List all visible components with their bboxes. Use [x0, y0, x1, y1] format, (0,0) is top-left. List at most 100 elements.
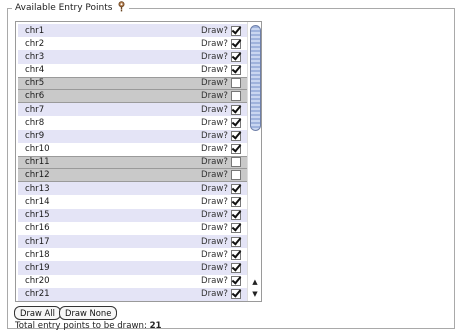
entry-row: chr11 Draw? [18, 155, 247, 170]
draw-checkbox[interactable] [231, 183, 241, 194]
entry-points-list[interactable]: chr1 Draw? chr2 Draw? chr3 Draw? chr4 Draw? chr5… [15, 21, 262, 302]
draw-checkbox[interactable] [231, 262, 241, 273]
entry-row: chr6 Draw? [18, 89, 247, 104]
draw-label: Draw? [200, 38, 228, 49]
draw-label: Draw? [200, 249, 228, 260]
draw-option: Draw? [200, 38, 241, 49]
entry-name: chr14 [25, 197, 50, 208]
draw-none-button[interactable]: Draw None [59, 306, 118, 320]
entry-name: chr7 [25, 104, 45, 115]
draw-label: Draw? [200, 144, 228, 155]
draw-checkbox[interactable] [231, 91, 241, 102]
entry-name: chr16 [25, 223, 50, 234]
draw-label: Draw? [200, 91, 228, 102]
draw-checkbox[interactable] [231, 38, 241, 49]
draw-checkbox[interactable] [231, 104, 241, 115]
draw-label: Draw? [200, 183, 228, 194]
draw-checkbox[interactable] [231, 25, 241, 36]
entry-name: chr21 [25, 289, 50, 300]
help-icon[interactable] [117, 1, 126, 12]
draw-checkbox[interactable] [231, 144, 241, 155]
draw-label: Draw? [200, 236, 228, 247]
entry-row: chr14 Draw? [18, 195, 247, 209]
draw-label: Draw? [200, 210, 228, 221]
draw-label: Draw? [200, 131, 228, 142]
draw-option: Draw? [200, 117, 241, 128]
draw-option: Draw? [200, 223, 241, 234]
scrollbar-thumb[interactable] [250, 25, 261, 131]
draw-option: Draw? [200, 25, 241, 36]
draw-option: Draw? [200, 131, 241, 142]
entry-name: chr19 [25, 262, 50, 273]
entry-row: chr17 Draw? [18, 235, 247, 249]
draw-option: Draw? [200, 78, 241, 89]
draw-option: Draw? [200, 91, 241, 102]
entry-name: chr10 [25, 144, 50, 155]
entry-name: chr6 [25, 91, 45, 102]
entry-row: chr7 Draw? [18, 103, 247, 117]
draw-all-button[interactable]: Draw All [14, 306, 61, 320]
draw-checkbox[interactable] [231, 236, 241, 247]
draw-checkbox[interactable] [231, 117, 241, 128]
draw-option: Draw? [200, 197, 241, 208]
draw-label: Draw? [200, 289, 228, 300]
entry-name: chr1 [25, 25, 45, 36]
panel-title: Available Entry Points [15, 3, 113, 13]
draw-checkbox[interactable] [231, 210, 241, 221]
total-entry-points: Total entry points to be drawn: 21 [15, 321, 162, 331]
draw-label: Draw? [200, 262, 228, 273]
draw-checkbox[interactable] [231, 170, 241, 181]
entry-row: chr2 Draw? [18, 37, 247, 51]
draw-option: Draw? [201, 157, 241, 168]
draw-option: Draw? [200, 210, 241, 221]
entry-row: chr13 Draw? [18, 182, 247, 196]
draw-option: Draw? [200, 249, 241, 260]
entry-row: chr3 Draw? [18, 50, 247, 64]
entry-name: chr3 [25, 51, 45, 62]
draw-label: Draw? [200, 197, 228, 208]
draw-label: Draw? [200, 117, 228, 128]
draw-option: Draw? [200, 276, 241, 287]
draw-label: Draw? [200, 170, 228, 181]
draw-checkbox[interactable] [231, 223, 241, 234]
draw-checkbox[interactable] [231, 51, 241, 62]
draw-label: Draw? [200, 276, 228, 287]
entry-name: chr2 [25, 38, 45, 49]
draw-checkbox[interactable] [231, 157, 241, 168]
entry-row: chr16 Draw? [18, 221, 247, 235]
panel-legend: Available Entry Points [12, 1, 130, 14]
list-scrollbar[interactable]: ▲ ▼ [247, 22, 261, 301]
draw-checkbox[interactable] [231, 131, 241, 142]
draw-checkbox[interactable] [231, 65, 241, 76]
entry-row: chr8 Draw? [18, 116, 247, 130]
draw-label: Draw? [200, 78, 228, 89]
draw-checkbox[interactable] [231, 78, 241, 89]
draw-option: Draw? [200, 289, 241, 300]
draw-option: Draw? [200, 65, 241, 76]
entry-row: chr15 Draw? [18, 208, 247, 222]
draw-label: Draw? [200, 104, 228, 115]
total-label: Total entry points to be drawn: [15, 321, 147, 331]
entry-name: chr11 [25, 157, 50, 168]
entry-name: chr15 [25, 210, 50, 221]
draw-label: Draw? [200, 25, 228, 36]
entry-row: chr21 Draw? [18, 287, 247, 301]
draw-checkbox[interactable] [231, 289, 241, 300]
entry-row: chr18 Draw? [18, 248, 247, 262]
entry-row: chr19 Draw? [18, 261, 247, 275]
draw-label: Draw? [200, 223, 228, 234]
scroll-up-icon[interactable]: ▲ [251, 278, 259, 287]
draw-checkbox[interactable] [231, 197, 241, 208]
draw-label: Draw? [200, 51, 228, 62]
total-count: 21 [149, 321, 162, 331]
entry-row: chr1 Draw? [18, 24, 247, 38]
draw-option: Draw? [200, 236, 241, 247]
entry-row: chr10 Draw? [18, 142, 247, 156]
draw-checkbox[interactable] [231, 249, 241, 260]
draw-checkbox[interactable] [231, 276, 241, 287]
draw-option: Draw? [200, 104, 241, 115]
draw-option: Draw? [200, 183, 241, 194]
scroll-down-icon[interactable]: ▼ [251, 290, 259, 299]
draw-option: Draw? [200, 262, 241, 273]
draw-label: Draw? [200, 65, 228, 76]
